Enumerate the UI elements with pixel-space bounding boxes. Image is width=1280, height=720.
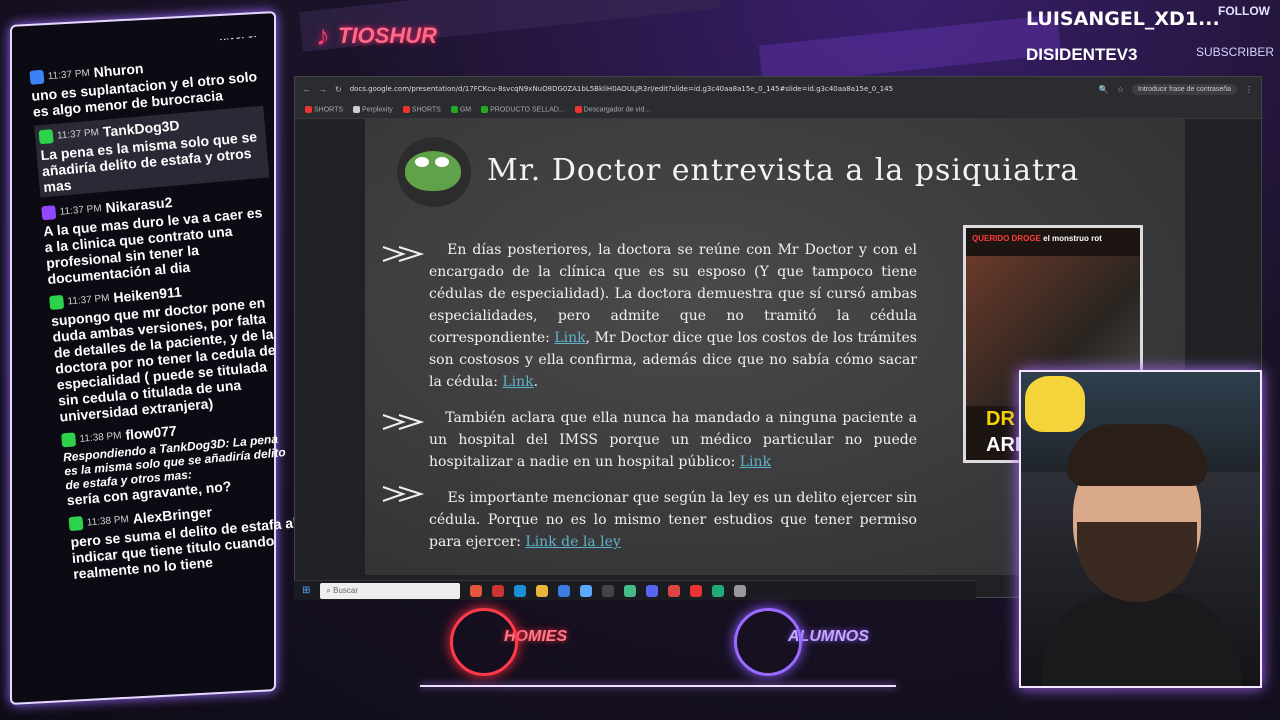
- link[interactable]: Link: [740, 454, 771, 470]
- obs-icon[interactable]: [602, 584, 615, 597]
- homies-mask-icon: [450, 608, 518, 676]
- arrow-bullet-icon: [382, 246, 425, 262]
- forward-icon[interactable]: →: [319, 85, 327, 94]
- bookmark[interactable]: Perplexity: [353, 105, 393, 114]
- badge-icon: [38, 129, 54, 145]
- app-icon[interactable]: [580, 584, 593, 597]
- bookmark-label: GM: [459, 106, 472, 114]
- chat-user: Nhuron: [93, 60, 145, 81]
- chat-text: supongo que mr doctor pone en duda ambas…: [50, 294, 277, 425]
- paragraph-text: .: [533, 374, 539, 390]
- tiktok-name: TIOSHUR: [338, 23, 437, 48]
- link[interactable]: Link: [502, 374, 533, 390]
- thumbnail-caption-white: el monstruo rot: [1043, 234, 1102, 243]
- decor-stripe: [758, 14, 1062, 86]
- thumbnail-caption: QUERIDO DROGE el monstruo rot: [972, 234, 1102, 243]
- back-icon[interactable]: ←: [303, 85, 311, 94]
- search-placeholder: Buscar: [333, 586, 359, 595]
- tiktok-branding: ♪ TIOSHUR: [316, 20, 437, 52]
- thumbnail-caption-red: QUERIDO DROGE: [972, 234, 1041, 243]
- pepe-avatar-icon: [397, 137, 471, 207]
- link[interactable]: Link de la ley: [525, 534, 620, 550]
- pokeball-icon[interactable]: [690, 584, 703, 597]
- thumbnail-title: DR: [986, 408, 1015, 430]
- bookmark-label: SHORTS: [411, 106, 441, 114]
- taskbar-search[interactable]: ⌕ Buscar: [320, 582, 461, 599]
- bookmark[interactable]: SHORTS: [305, 105, 344, 114]
- chat-user: flow077: [124, 422, 178, 443]
- bookmark-label: Perplexity: [362, 106, 393, 114]
- arrow-bullet-icon: [382, 414, 425, 430]
- twitch-icon: [41, 205, 57, 221]
- chat-time: 11:37 PM: [67, 292, 110, 307]
- edge-icon[interactable]: [514, 584, 527, 597]
- app-icon[interactable]: [734, 584, 747, 597]
- bookmark[interactable]: PRODUCTO SELLAD...: [481, 105, 565, 114]
- reload-icon[interactable]: ↻: [335, 85, 342, 94]
- chrome-icon[interactable]: [624, 584, 637, 597]
- chat-time: 11:37 PM: [47, 67, 91, 82]
- brave-icon[interactable]: [470, 584, 483, 597]
- opera-icon[interactable]: [492, 584, 505, 597]
- bookmark[interactable]: SHORTS: [402, 105, 441, 114]
- chat-time: 11:37 PM: [56, 126, 100, 142]
- address-bar: ← → ↻ docs.google.com/presentation/d/17F…: [295, 77, 1261, 101]
- mod-badge-icon: [29, 69, 45, 85]
- bookmarks-bar: SHORTS Perplexity SHORTS GM PRODUCTO SEL…: [295, 101, 1261, 119]
- paragraph-text: También aclara que ella nunca ha mandado…: [429, 410, 918, 470]
- subscriber-tag: SUBSCRIBER: [1195, 45, 1274, 59]
- slide-title: Mr. Doctor entrevista a la psiquiatra: [487, 153, 1080, 188]
- streamer-hoodie: [1041, 592, 1241, 686]
- slide-paragraph: También aclara que ella nunca ha mandado…: [429, 407, 917, 473]
- extension-button[interactable]: Introducir frase de contraseña: [1132, 83, 1237, 95]
- bookmark[interactable]: Descargador de vid...: [574, 105, 651, 114]
- subscriber-name: DISIDENTEV3: [1026, 45, 1138, 64]
- pikachu-plush: [1025, 376, 1085, 432]
- homies-logo: HOMIES: [450, 608, 567, 676]
- slide-paragraph: En días posteriores, la doctora se reúne…: [429, 239, 917, 393]
- badge-icon: [68, 516, 84, 532]
- windows-icon[interactable]: ⊞: [302, 585, 310, 596]
- follower-name: LUISANGEL_XD1...: [1026, 8, 1220, 30]
- store-icon[interactable]: [558, 584, 571, 597]
- app-icon[interactable]: [668, 584, 681, 597]
- chat-time: 11:38 PM: [86, 513, 130, 529]
- url-field[interactable]: docs.google.com/presentation/d/17FCKcu-8…: [350, 85, 1091, 93]
- zoom-icon[interactable]: 🔍: [1099, 85, 1109, 94]
- neon-divider: [420, 685, 896, 687]
- chat-message: 11:37 PM Nikarasu2 A la que mas duro le v…: [41, 183, 277, 287]
- webcam-feed: [1019, 370, 1262, 688]
- badge-icon: [61, 432, 77, 448]
- star-icon[interactable]: ☆: [1117, 85, 1124, 94]
- discord-icon[interactable]: [646, 584, 659, 597]
- arrow-bullet-icon: [382, 486, 425, 502]
- bookmark-label: PRODUCTO SELLAD...: [490, 106, 565, 114]
- chat-message: 11:38 PM AlexBringer pero se suma el deli…: [68, 494, 303, 582]
- chat-time: 11:37 PM: [59, 202, 103, 218]
- link[interactable]: Link: [554, 330, 585, 346]
- alumnos-mask-icon: [734, 608, 802, 676]
- windows-taskbar: ⊞ ⌕ Buscar: [294, 580, 976, 600]
- chat-message: 11:38 PM flow077 Respondiendo a TankDog3D…: [61, 411, 297, 508]
- search-icon: ⌕: [326, 585, 331, 595]
- chat-message: 11:37 PM Heiken911 supongo que mr doctor …: [49, 273, 290, 425]
- chat-message: 11:37 PM TankDog3D La pena es la misma so…: [34, 105, 270, 198]
- menu-icon[interactable]: ⋮: [1245, 85, 1253, 94]
- slide-paragraph: Es importante mencionar que según la ley…: [429, 487, 917, 553]
- badge-icon: [49, 294, 65, 311]
- event-alert: LUISANGEL_XD1... FOLLOW DISIDENTEV3 SUBS…: [1018, 0, 1280, 70]
- alumnos-logo: ALUMNOS: [734, 608, 869, 676]
- follow-tag: FOLLOW: [1218, 4, 1270, 18]
- bookmark-label: Descargador de vid...: [583, 106, 651, 114]
- paragraph-text: Es importante mencionar que según la ley…: [429, 490, 917, 550]
- streamer-beard: [1077, 522, 1197, 602]
- chat-time: 11:38 PM: [79, 429, 122, 445]
- app-icon[interactable]: [712, 584, 725, 597]
- folder-icon[interactable]: [536, 584, 549, 597]
- bookmark[interactable]: GM: [450, 105, 472, 114]
- stream-overlay: ♪ TIOSHUR LUISANGEL_XD1... FOLLOW DISIDE…: [0, 0, 1280, 720]
- tiktok-icon: ♪: [316, 20, 330, 51]
- bookmark-label: SHORTS: [314, 106, 344, 114]
- streamer-hair: [1067, 424, 1207, 486]
